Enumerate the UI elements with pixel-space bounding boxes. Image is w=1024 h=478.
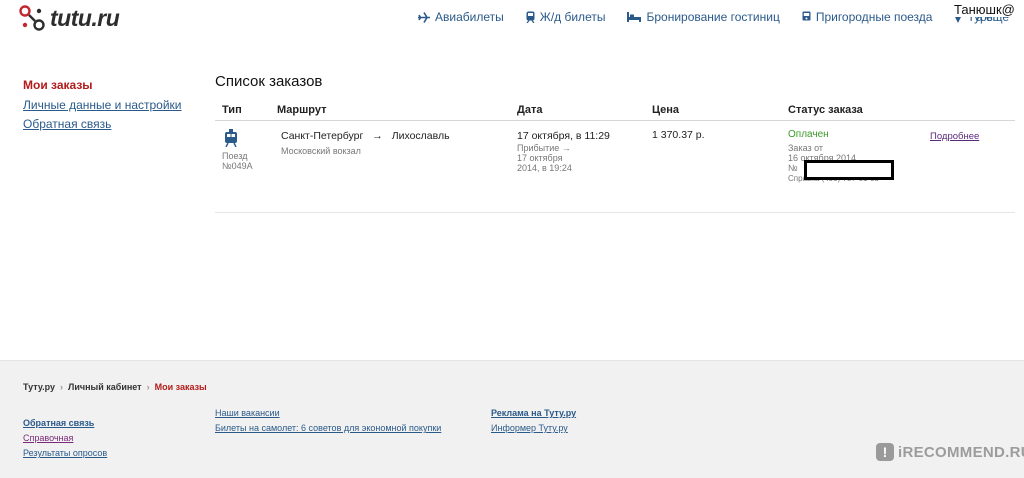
breadcrumb-cabinet[interactable]: Личный кабинет [68, 382, 142, 392]
arrival-time: 2014, в 19:24 [517, 163, 572, 173]
breadcrumb-home[interactable]: Туту.ру [23, 382, 55, 392]
arrival-date: 17 октября [517, 153, 563, 163]
footer-link-vacancies[interactable]: Наши вакансии [215, 406, 441, 421]
departure-date: 17 октября, в 11:29 [517, 130, 610, 142]
sidebar-item-feedback[interactable]: Обратная связь [23, 115, 182, 135]
footer-link-informer[interactable]: Информер Туту.ру [491, 421, 576, 436]
route-from: Санкт-Петербург [281, 130, 364, 142]
column-header-status: Статус заказа [788, 104, 863, 116]
order-from-label: Заказ от [788, 143, 824, 153]
nav-item-label: Пригородные поезда [815, 10, 933, 24]
username[interactable]: Танюшк@ [952, 2, 1017, 17]
route: Санкт-Петербург → Лихославль [281, 130, 450, 142]
breadcrumb: Туту.ру › Личный кабинет › Мои заказы [23, 382, 207, 392]
nav-item-label: Бронирование гостиниц [646, 10, 780, 24]
arrival-label: Прибытие → [517, 143, 571, 153]
redaction-box [804, 160, 894, 180]
column-header-route: Маршрут [277, 104, 327, 116]
column-header-date: Дата [517, 104, 543, 116]
order-price: 1 370.37 р. [652, 129, 705, 141]
train-icon [526, 11, 535, 23]
footer-link-help[interactable]: Справочная [23, 431, 107, 446]
sidebar: Мои заказы Личные данные и настройки Обр… [23, 76, 182, 135]
footer-link-polls[interactable]: Результаты опросов [23, 446, 107, 461]
nav-item-flights[interactable]: Авиабилеты [418, 10, 504, 24]
logo[interactable]: tutu.ru [18, 4, 120, 32]
footer-col-2: Наши вакансии Билеты на самолет: 6 совет… [215, 406, 441, 436]
column-header-price: Цена [652, 104, 680, 116]
footer-link-ads[interactable]: Реклама на Туту.ру [491, 406, 576, 421]
route-arrow: → [372, 130, 383, 142]
suburban-train-icon [802, 11, 811, 21]
train-number: №049А [222, 161, 253, 171]
page-title: Список заказов [215, 73, 323, 90]
footer-col-3: Реклама на Туту.ру Информер Туту.ру [491, 406, 576, 436]
logo-mark-icon [18, 4, 46, 32]
top-nav: Авиабилеты Ж/д билеты Бронирование гости… [418, 10, 1017, 24]
breadcrumb-current: Мои заказы [154, 382, 207, 392]
footer: Туту.ру › Личный кабинет › Мои заказы Об… [0, 360, 1024, 478]
row-divider [215, 212, 1015, 213]
header-divider [215, 120, 1015, 121]
nav-item-suburban[interactable]: Пригородные поезда [802, 10, 933, 24]
column-header-type: Тип [222, 104, 242, 116]
watermark-badge-icon: ! [876, 443, 894, 461]
footer-col-1: Обратная связь Справочная Результаты опр… [23, 416, 107, 461]
sidebar-item-my-orders[interactable]: Мои заказы [23, 76, 182, 96]
details-link[interactable]: Подробнее [930, 131, 979, 142]
watermark-text: iRECOMMEND.RU [898, 443, 1024, 461]
logo-text: tutu.ru [50, 4, 120, 31]
sidebar-item-personal-settings[interactable]: Личные данные и настройки [23, 96, 182, 116]
order-type: Поезд [222, 151, 248, 161]
chevron-right-icon: › [60, 382, 64, 392]
bed-icon [627, 12, 642, 22]
order-number-label: № [788, 163, 798, 173]
nav-item-hotels[interactable]: Бронирование гостиниц [627, 10, 780, 24]
watermark: ! iRECOMMEND.RU [876, 443, 1024, 461]
train-icon [225, 129, 237, 147]
status-badge: Оплачен [788, 129, 829, 140]
nav-item-trains[interactable]: Ж/д билеты [526, 10, 606, 24]
chevron-right-icon: › [146, 382, 150, 392]
nav-item-label: Авиабилеты [435, 10, 504, 24]
route-to: Лихославль [391, 130, 450, 142]
footer-link-feedback[interactable]: Обратная связь [23, 416, 107, 431]
station: Московский вокзал [281, 146, 361, 156]
footer-link-flight-tips[interactable]: Билеты на самолет: 6 советов для экономн… [215, 421, 441, 436]
plane-icon [418, 11, 430, 23]
nav-item-label: Ж/д билеты [539, 10, 606, 24]
